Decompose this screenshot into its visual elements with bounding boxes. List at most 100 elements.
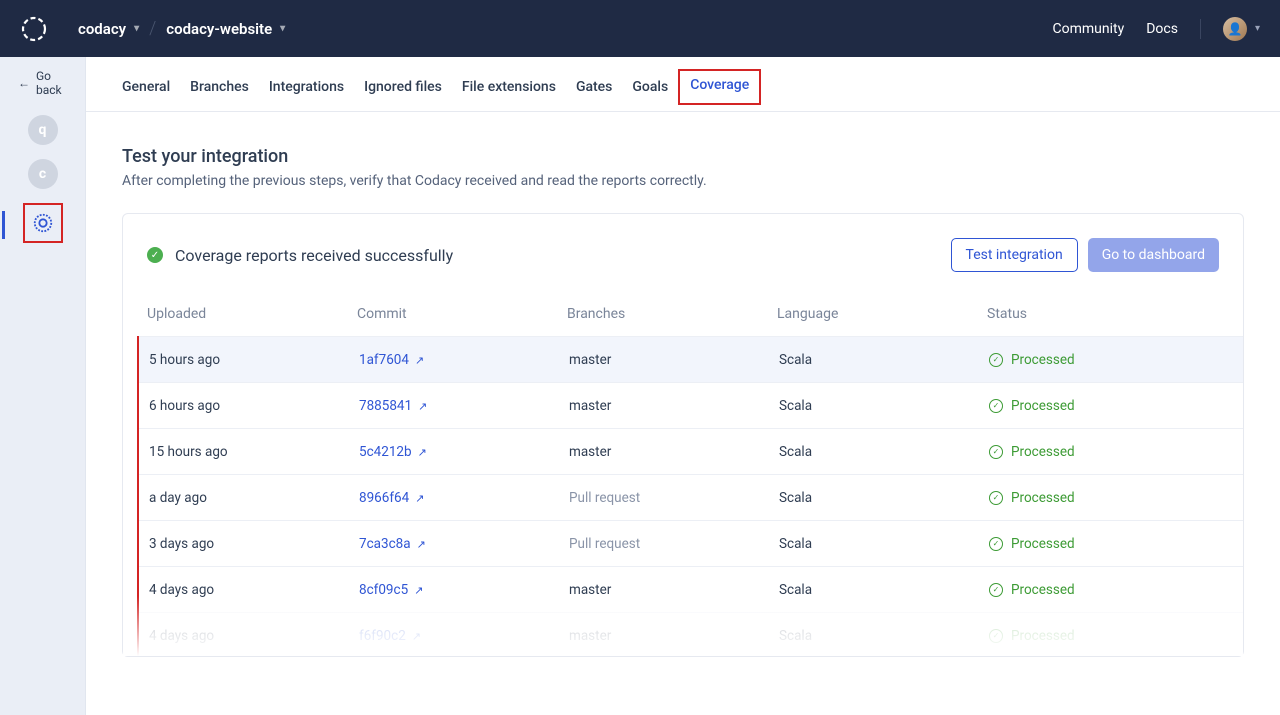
panel-header: ✓ Coverage reports received successfully… [123, 238, 1243, 294]
table-row[interactable]: a day ago8966f64↗Pull requestScala✓Proce… [139, 474, 1243, 520]
go-back-link[interactable]: ← Go back [12, 69, 85, 97]
cell-language: Scala [779, 444, 989, 460]
breadcrumb-repo[interactable]: codacy-website ▾ [166, 20, 285, 38]
go-to-dashboard-button[interactable]: Go to dashboard [1088, 238, 1219, 272]
tab-integrations[interactable]: Integrations [269, 77, 344, 97]
cell-uploaded: 4 days ago [149, 628, 359, 644]
go-back-label: Go back [36, 69, 79, 97]
sidebar-icon-q[interactable]: q [28, 115, 58, 145]
cell-uploaded: 4 days ago [149, 582, 359, 598]
coverage-panel: ✓ Coverage reports received successfully… [122, 213, 1244, 657]
topbar: codacy ▾ / codacy-website ▾ Community Do… [0, 0, 1280, 57]
external-link-icon: ↗ [415, 354, 424, 367]
cell-status: ✓Processed [989, 582, 1219, 598]
cell-commit[interactable]: 5c4212b↗ [359, 444, 569, 460]
tab-coverage[interactable]: Coverage [678, 69, 761, 105]
table-row[interactable]: 4 days ago8cf09c5↗masterScala✓Processed [139, 566, 1243, 612]
check-circle-icon: ✓ [989, 445, 1003, 459]
test-integration-button[interactable]: Test integration [951, 238, 1078, 272]
cell-commit[interactable]: 8cf09c5↗ [359, 582, 569, 598]
cell-language: Scala [779, 490, 989, 506]
tab-goals[interactable]: Goals [632, 77, 668, 97]
table-row[interactable]: 3 days ago7ca3c8a↗Pull requestScala✓Proc… [139, 520, 1243, 566]
nav-community[interactable]: Community [1053, 21, 1125, 37]
cell-status: ✓Processed [989, 628, 1219, 644]
cell-language: Scala [779, 628, 989, 644]
cell-status: ✓Processed [989, 444, 1219, 460]
check-circle-icon: ✓ [989, 583, 1003, 597]
cell-commit[interactable]: 7885841↗ [359, 398, 569, 414]
external-link-icon: ↗ [415, 492, 424, 505]
divider [1200, 19, 1201, 39]
avatar: 👤 [1223, 17, 1247, 41]
cell-status: ✓Processed [989, 398, 1219, 414]
col-commit: Commit [357, 306, 567, 322]
sidebar: ← Go back q c [0, 57, 86, 715]
section-subtitle: After completing the previous steps, ver… [122, 173, 1244, 189]
cell-branch: master [569, 628, 779, 644]
cell-branch: master [569, 582, 779, 598]
cell-uploaded: 15 hours ago [149, 444, 359, 460]
cell-commit[interactable]: 8966f64↗ [359, 490, 569, 506]
tab-ignored-files[interactable]: Ignored files [364, 77, 442, 97]
external-link-icon: ↗ [417, 538, 426, 551]
breadcrumb-org[interactable]: codacy ▾ [78, 20, 139, 38]
cell-language: Scala [779, 398, 989, 414]
user-menu[interactable]: 👤 ▾ [1223, 17, 1260, 41]
col-uploaded: Uploaded [147, 306, 357, 322]
success-check-icon: ✓ [147, 247, 163, 263]
cell-status: ✓Processed [989, 352, 1219, 368]
tabs: General Branches Integrations Ignored fi… [86, 57, 1280, 112]
sidebar-icon-c[interactable]: c [28, 159, 58, 189]
table-row[interactable]: 4 days agof6f90c2↗masterScala✓Processed [139, 612, 1243, 656]
chevron-down-icon: ▾ [134, 23, 139, 34]
cell-commit[interactable]: 7ca3c8a↗ [359, 536, 569, 552]
tab-gates[interactable]: Gates [576, 77, 612, 97]
cell-uploaded: 3 days ago [149, 536, 359, 552]
topbar-right: Community Docs 👤 ▾ [1053, 17, 1260, 41]
tab-general[interactable]: General [122, 77, 170, 97]
table-row[interactable]: 6 hours ago7885841↗masterScala✓Processed [139, 382, 1243, 428]
check-circle-icon: ✓ [989, 399, 1003, 413]
cell-commit[interactable]: 1af7604↗ [359, 352, 569, 368]
cell-status: ✓Processed [989, 490, 1219, 506]
cell-uploaded: 5 hours ago [149, 352, 359, 368]
check-circle-icon: ✓ [989, 537, 1003, 551]
section-title: Test your integration [122, 146, 1244, 167]
main: General Branches Integrations Ignored fi… [86, 57, 1280, 715]
check-circle-icon: ✓ [989, 491, 1003, 505]
cell-branch: Pull request [569, 490, 779, 506]
cell-branch: master [569, 444, 779, 460]
cell-language: Scala [779, 352, 989, 368]
tab-branches[interactable]: Branches [190, 77, 249, 97]
cell-language: Scala [779, 582, 989, 598]
sidebar-icon-settings[interactable] [23, 203, 63, 243]
chevron-down-icon: ▾ [280, 23, 285, 34]
cell-uploaded: 6 hours ago [149, 398, 359, 414]
cell-language: Scala [779, 536, 989, 552]
table-body: 5 hours ago1af7604↗masterScala✓Processed… [137, 336, 1243, 656]
cell-uploaded: a day ago [149, 490, 359, 506]
tab-file-extensions[interactable]: File extensions [462, 77, 556, 97]
codacy-logo[interactable] [20, 15, 48, 43]
breadcrumb: codacy ▾ / codacy-website ▾ [78, 18, 285, 39]
table-header: Uploaded Commit Branches Language Status [123, 294, 1243, 336]
cell-status: ✓Processed [989, 536, 1219, 552]
success-message: Coverage reports received successfully [175, 246, 951, 265]
table-row[interactable]: 5 hours ago1af7604↗masterScala✓Processed [139, 336, 1243, 382]
breadcrumb-repo-label: codacy-website [166, 20, 272, 38]
chevron-down-icon: ▾ [1255, 23, 1260, 34]
nav-docs[interactable]: Docs [1146, 21, 1178, 37]
col-status: Status [987, 306, 1219, 322]
breadcrumb-separator: / [149, 18, 156, 39]
gear-icon [32, 212, 54, 234]
cell-commit[interactable]: f6f90c2↗ [359, 628, 569, 644]
col-language: Language [777, 306, 987, 322]
breadcrumb-org-label: codacy [78, 20, 126, 38]
check-circle-icon: ✓ [989, 353, 1003, 367]
table-row[interactable]: 15 hours ago5c4212b↗masterScala✓Processe… [139, 428, 1243, 474]
external-link-icon: ↗ [418, 400, 427, 413]
col-branches: Branches [567, 306, 777, 322]
arrow-left-icon: ← [18, 76, 30, 90]
external-link-icon: ↗ [412, 630, 421, 643]
